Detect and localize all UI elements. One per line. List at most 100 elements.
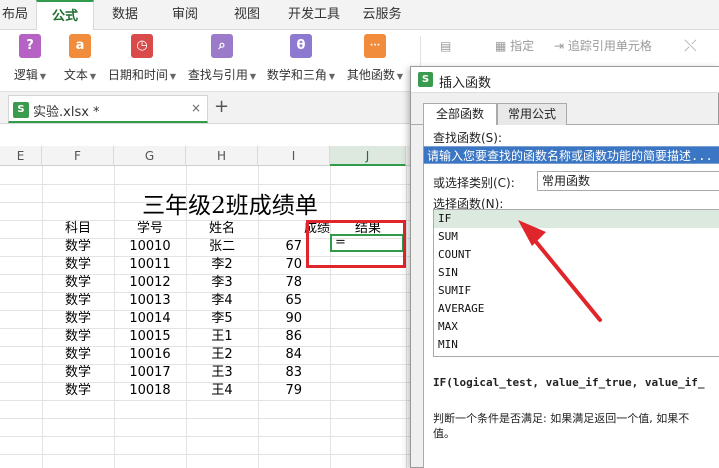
tab-common-formulas[interactable]: 常用公式	[497, 103, 567, 125]
search-label: 查找函数(S):	[433, 131, 503, 145]
function-list[interactable]: IF SUM COUNT SIN SUMIF AVERAGE MAX MIN	[433, 209, 719, 357]
other-functions-button[interactable]: ··· 其他函数 ▼	[342, 34, 408, 88]
spreadsheet-icon: S	[13, 102, 29, 118]
cell-name[interactable]: 王4	[186, 382, 258, 400]
cell-score[interactable]: 84	[258, 346, 302, 364]
cell-subject[interactable]: 数学	[42, 238, 114, 256]
function-item-sin[interactable]: SIN	[434, 264, 719, 282]
function-item-sum[interactable]: SUM	[434, 228, 719, 246]
header-name[interactable]: 姓名	[186, 220, 258, 238]
cell-subject[interactable]: 数学	[42, 328, 114, 346]
tab-formulas[interactable]: 公式	[36, 0, 94, 31]
cell-score[interactable]: 67	[258, 238, 302, 256]
cell-subject[interactable]: 数学	[42, 310, 114, 328]
cell-name[interactable]: 王2	[186, 346, 258, 364]
cell-student-id[interactable]: 10014	[114, 310, 186, 328]
cell-student-id[interactable]: 10016	[114, 346, 186, 364]
date-time-functions-button[interactable]: ◷ 日期和时间 ▼	[104, 34, 180, 88]
trace-precedents-label: 追踪引用单元格	[567, 39, 652, 53]
cell-student-id[interactable]: 10010	[114, 238, 186, 256]
tab-review[interactable]: 审阅	[160, 0, 210, 30]
logic-icon: ?	[19, 34, 41, 58]
function-item-count[interactable]: COUNT	[434, 246, 719, 264]
logic-functions-button[interactable]: ? 逻辑 ▼	[4, 34, 56, 88]
function-item-if[interactable]: IF	[434, 210, 719, 228]
header-subject[interactable]: 科目	[42, 220, 114, 238]
cell-student-id[interactable]: 10013	[114, 292, 186, 310]
text-functions-button[interactable]: a 文本 ▼	[58, 34, 102, 88]
cell-score[interactable]: 90	[258, 310, 302, 328]
math-icon: θ	[290, 34, 312, 58]
cell-score[interactable]: 78	[258, 274, 302, 292]
cell-subject[interactable]: 数学	[42, 346, 114, 364]
function-item-min[interactable]: MIN	[434, 336, 719, 354]
cell-score[interactable]: 79	[258, 382, 302, 400]
function-item-sumif[interactable]: SUMIF	[434, 282, 719, 300]
cell-student-id[interactable]: 10017	[114, 364, 186, 382]
cell-student-id[interactable]: 10015	[114, 328, 186, 346]
tab-cloud-services[interactable]: 云服务	[356, 0, 408, 30]
close-tab-icon[interactable]: ×	[191, 101, 201, 115]
trace-arrow-icon: ⇥	[554, 39, 568, 53]
cell-subject[interactable]: 数学	[42, 382, 114, 400]
name-manager-icon[interactable]: ▤	[440, 36, 466, 56]
insert-function-dialog: S 插入函数 全部函数 常用公式 查找函数(S): 请输入您要查找的函数名称或函…	[410, 66, 719, 468]
grid-row-line	[0, 400, 420, 401]
cell-name[interactable]: 李5	[186, 310, 258, 328]
specify-label: 指定	[510, 39, 535, 53]
tab-layout[interactable]: 布局	[0, 0, 30, 30]
cell-student-id[interactable]: 10011	[114, 256, 186, 274]
tab-view[interactable]: 视图	[222, 0, 272, 30]
header-student-id[interactable]: 学号	[114, 220, 186, 238]
logic-label: 逻辑	[13, 68, 38, 82]
clock-icon: ◷	[131, 34, 153, 58]
cell-score[interactable]: 86	[258, 328, 302, 346]
column-header-f[interactable]: F	[42, 146, 114, 166]
column-header-j[interactable]: J	[330, 146, 406, 166]
column-header-h[interactable]: H	[186, 146, 258, 166]
search-function-input[interactable]: 请输入您要查找的函数名称或函数功能的简要描述...	[423, 146, 719, 164]
cell-subject[interactable]: 数学	[42, 292, 114, 310]
grid-row-line	[0, 184, 420, 185]
other-functions-icon: ···	[364, 34, 386, 58]
cell-score[interactable]: 83	[258, 364, 302, 382]
function-item-max[interactable]: MAX	[434, 318, 719, 336]
grid-column-line	[406, 166, 407, 468]
ribbon-tab-bar: 布局 公式 数据 审阅 视图 开发工具 云服务	[0, 0, 719, 31]
column-header-e[interactable]: E	[0, 146, 42, 166]
tab-developer[interactable]: 开发工具	[282, 0, 346, 30]
file-tab[interactable]: S 实验.xlsx * ×	[8, 95, 208, 123]
function-description: 判断一个条件是否满足: 如果满足返回一个值, 如果不	[433, 412, 690, 425]
caret-down-icon: ▼	[89, 72, 97, 81]
function-signature: IF(logical_test, value_if_true, value_if…	[433, 376, 705, 389]
cell-name[interactable]: 李4	[186, 292, 258, 310]
cell-name[interactable]: 王1	[186, 328, 258, 346]
dialog-title-bar[interactable]: S 插入函数	[411, 67, 719, 93]
caret-down-icon: ▼	[39, 72, 47, 81]
cell-subject[interactable]: 数学	[42, 364, 114, 382]
function-item-average[interactable]: AVERAGE	[434, 300, 719, 318]
cell-score[interactable]: 70	[258, 256, 302, 274]
column-header-i[interactable]: I	[258, 146, 330, 166]
trace-precedents-button[interactable]: ⇥ 追踪引用单元格	[554, 36, 652, 56]
cell-name[interactable]: 李2	[186, 256, 258, 274]
remove-arrows-icon[interactable]: ⤬	[684, 36, 697, 56]
cell-name[interactable]: 张二	[186, 238, 258, 256]
cell-subject[interactable]: 数学	[42, 256, 114, 274]
tab-all-functions[interactable]: 全部函数	[423, 103, 497, 126]
cell-score[interactable]: 65	[258, 292, 302, 310]
cell-subject[interactable]: 数学	[42, 274, 114, 292]
category-select[interactable]: 常用函数	[537, 171, 719, 191]
tab-data[interactable]: 数据	[100, 0, 150, 30]
dialog-tabs: 全部函数 常用公式	[411, 103, 719, 126]
cell-name[interactable]: 李3	[186, 274, 258, 292]
cell-name[interactable]: 王3	[186, 364, 258, 382]
column-header-g[interactable]: G	[114, 146, 186, 166]
lookup-label: 查找与引用	[187, 68, 248, 82]
lookup-reference-button[interactable]: ⌕ 查找与引用 ▼	[184, 34, 260, 88]
specify-button[interactable]: ▦ 指定	[495, 36, 534, 56]
cell-student-id[interactable]: 10018	[114, 382, 186, 400]
new-tab-icon[interactable]: +	[214, 96, 229, 117]
cell-student-id[interactable]: 10012	[114, 274, 186, 292]
math-trig-button[interactable]: θ 数学和三角 ▼	[263, 34, 339, 88]
